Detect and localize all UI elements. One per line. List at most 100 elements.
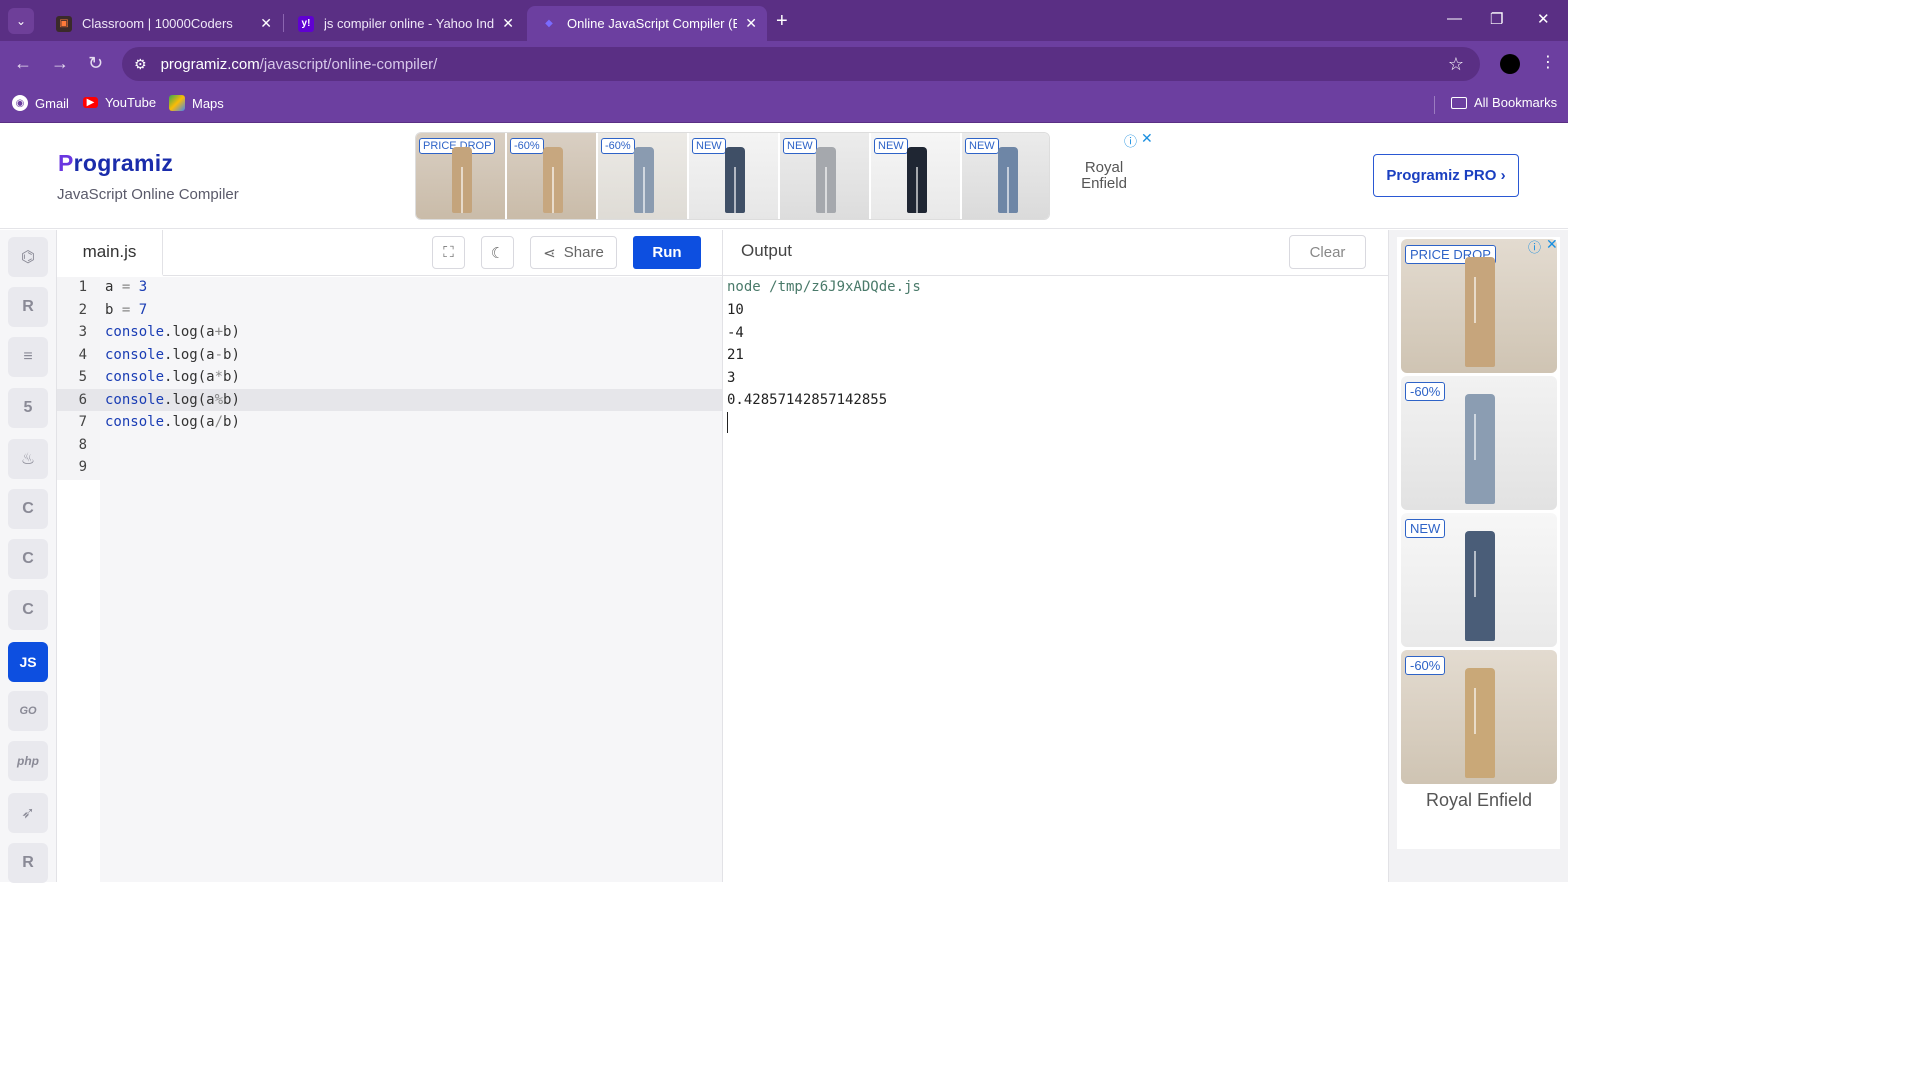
code-token: b) <box>223 369 240 385</box>
address-bar[interactable]: ⚙ programiz.com/javascript/online-compil… <box>122 47 1480 81</box>
code-token: .log(a <box>164 391 215 408</box>
code-line[interactable]: console.log(a-b) <box>105 347 240 363</box>
java-icon[interactable]: ♨ <box>8 439 48 479</box>
browser-tab-programiz[interactable]: ◆ Online JavaScript Compiler (Edit ✕ <box>527 6 767 41</box>
code-token: 3 <box>138 279 148 295</box>
ad-product[interactable]: -60% <box>507 133 598 219</box>
ad-info-icon[interactable]: ⓘ <box>1528 237 1541 256</box>
browser-menu-icon[interactable]: ⋮ <box>1540 52 1556 72</box>
tab-title: Online JavaScript Compiler (Edit <box>567 16 738 31</box>
code-line[interactable]: a = 3 <box>105 279 147 295</box>
ad-close-icon[interactable]: ✕ <box>1546 236 1558 253</box>
code-token: * <box>214 369 224 385</box>
fullscreen-icon[interactable]: ⛶ <box>432 236 465 269</box>
ad-close-icon[interactable]: ✕ <box>1141 130 1153 147</box>
sql-icon[interactable]: ≡ <box>8 337 48 377</box>
code-editor[interactable] <box>100 277 722 882</box>
code-token: b) <box>223 324 240 340</box>
programiz-favicon: ◆ <box>545 18 553 29</box>
side-ad-brand[interactable]: Royal Enfield <box>1401 790 1557 811</box>
line-number: 5 <box>78 369 87 385</box>
js-icon[interactable]: JS <box>8 642 48 682</box>
ad-badge: -60% <box>510 138 544 154</box>
ad-product[interactable]: PRICE DROP <box>416 133 507 219</box>
bookmark-gmail[interactable]: ◉ Gmail <box>12 95 69 111</box>
clear-button[interactable]: Clear <box>1289 235 1366 269</box>
code-token: console <box>105 324 165 340</box>
swift-icon[interactable]: ➶ <box>8 793 48 833</box>
programiz-pro-button[interactable]: Programiz PRO › <box>1373 154 1519 197</box>
csharp-icon[interactable]: C <box>8 590 48 630</box>
side-ad-product[interactable]: PRICE DROP <box>1401 239 1557 373</box>
new-tab-plus-icon[interactable]: + <box>776 10 788 33</box>
code-line[interactable]: b = 7 <box>105 302 147 318</box>
browser-tab-classroom[interactable]: ▣ Classroom | 10000Coders ✕ <box>42 6 282 41</box>
code-token: b) <box>223 391 240 408</box>
forward-arrow-icon[interactable]: → <box>51 53 69 74</box>
ad-product[interactable]: NEW <box>689 133 780 219</box>
top-banner-ad[interactable]: PRICE DROP -60% -60% NEW NEW NEW NEW <box>415 132 1050 220</box>
minimize-icon[interactable]: — <box>1447 10 1462 27</box>
side-ad-product[interactable]: NEW <box>1401 513 1557 647</box>
tab-title: Classroom | 10000Coders <box>82 16 233 31</box>
bookmark-youtube[interactable]: ▶ YouTube <box>83 95 156 110</box>
dark-mode-moon-icon[interactable]: ☾ <box>481 236 514 269</box>
file-tab-main-js[interactable]: main.js <box>57 230 163 276</box>
run-button[interactable]: Run <box>633 236 701 269</box>
reload-icon[interactable]: ↻ <box>88 53 103 74</box>
code-line[interactable]: console.log(a+b) <box>105 324 240 340</box>
line-number: 4 <box>78 346 87 363</box>
side-ad-product[interactable]: -60% <box>1401 650 1557 784</box>
ad-product[interactable]: NEW <box>962 133 1049 219</box>
editor-toolbar: main.js ⛶ ☾ ⋖ Share <box>57 230 723 276</box>
site-info-icon[interactable]: ⚙ <box>134 56 147 73</box>
close-tab-icon[interactable]: ✕ <box>745 15 757 32</box>
r-icon[interactable]: R <box>8 287 48 327</box>
pane-divider[interactable] <box>722 230 723 882</box>
code-line[interactable]: console.log(a%b) <box>105 392 240 408</box>
code-token: b) <box>223 346 240 363</box>
ad-badge: -60% <box>601 138 635 154</box>
ad-brand[interactable]: Royal Enfield <box>1068 160 1140 192</box>
output-command: node /tmp/z6J9xADQde.js <box>727 279 921 295</box>
close-tab-icon[interactable]: ✕ <box>502 15 514 32</box>
ad-product[interactable]: NEW <box>780 133 871 219</box>
yahoo-favicon: y! <box>298 15 314 32</box>
ad-product[interactable]: NEW <box>871 133 962 219</box>
c-icon[interactable]: C <box>8 489 48 529</box>
go-icon[interactable]: GO <box>8 691 48 731</box>
code-token: .log(a <box>164 414 215 430</box>
output-line: 3 <box>727 369 736 386</box>
bookmark-star-icon[interactable]: ☆ <box>1448 54 1464 75</box>
rust-icon[interactable]: R <box>8 843 48 883</box>
ad-info-icon[interactable]: ⓘ <box>1124 131 1137 150</box>
html-icon[interactable]: 5 <box>8 388 48 428</box>
output-line: 0.42857142857142855 <box>727 392 888 408</box>
profile-avatar[interactable] <box>1500 54 1520 74</box>
tab-title: js compiler online - Yahoo India <box>324 16 495 31</box>
bookmark-maps[interactable]: Maps <box>169 95 224 111</box>
ad-badge: -60% <box>1405 656 1446 675</box>
close-window-icon[interactable]: ✕ <box>1537 10 1550 28</box>
code-token: + <box>214 324 224 340</box>
code-token: = <box>113 279 139 295</box>
code-token: % <box>214 391 224 408</box>
code-line[interactable]: console.log(a/b) <box>105 414 240 430</box>
tab-search-chevron-icon[interactable]: ⌄ <box>8 8 34 34</box>
programiz-logo[interactable]: Programiz <box>58 150 173 177</box>
ad-product[interactable]: -60% <box>598 133 689 219</box>
all-bookmarks-button[interactable]: All Bookmarks <box>1451 95 1557 110</box>
back-arrow-icon[interactable]: ← <box>14 53 32 74</box>
restore-icon[interactable]: ❐ <box>1490 10 1503 28</box>
side-ad-product[interactable]: -60% <box>1401 376 1557 510</box>
browser-tab-yahoo[interactable]: y! js compiler online - Yahoo India ✕ <box>284 6 524 41</box>
python-icon[interactable]: ⌬ <box>8 237 48 277</box>
code-token: 7 <box>138 301 148 318</box>
url-text: programiz.com/javascript/online-compiler… <box>160 55 438 73</box>
code-token: console <box>105 414 165 430</box>
share-button[interactable]: ⋖ Share <box>530 236 617 269</box>
cpp-icon[interactable]: C <box>8 539 48 579</box>
close-tab-icon[interactable]: ✕ <box>260 15 272 32</box>
code-line[interactable]: console.log(a*b) <box>105 369 240 385</box>
php-icon[interactable]: php <box>8 741 48 781</box>
